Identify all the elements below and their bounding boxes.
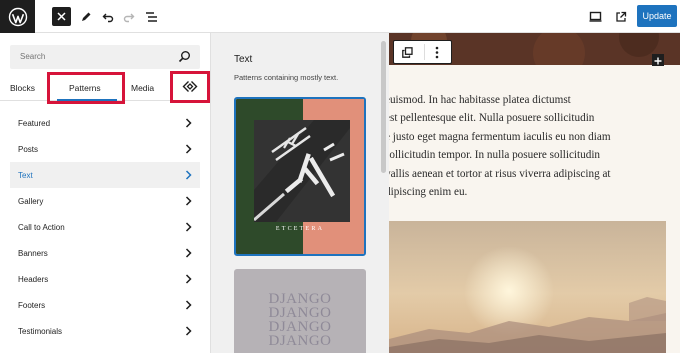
road-image: [254, 120, 350, 222]
category-label: Text: [18, 170, 33, 180]
django-line: DJANGO: [268, 333, 332, 349]
search-icon: [178, 51, 190, 63]
chevron-right-icon: [185, 326, 192, 336]
chevron-right-icon: [185, 300, 192, 310]
pattern-category-list: Featured Posts Text Gallery Call to Acti…: [10, 110, 200, 344]
tab-media[interactable]: Media: [131, 83, 154, 93]
view-site-button[interactable]: [613, 6, 629, 27]
card-caption: ETCETERA: [275, 226, 325, 232]
paragraph-line: vallis aenean et tortor at risus viverra…: [389, 167, 611, 180]
paragraph-line: est pellentesque elit. Nulla posuere sol…: [389, 112, 595, 125]
synced-patterns-icon[interactable]: [182, 80, 198, 93]
pattern-category-description: Patterns containing mostly text.: [234, 73, 339, 82]
category-headers[interactable]: Headers: [10, 266, 200, 292]
pattern-category-title: Text: [234, 54, 253, 65]
category-label: Gallery: [18, 196, 44, 206]
external-link-icon: [616, 11, 627, 22]
chevron-right-icon: [185, 118, 192, 128]
category-featured[interactable]: Featured: [10, 110, 200, 136]
redo-button[interactable]: [121, 6, 137, 27]
category-text[interactable]: Text: [10, 162, 200, 188]
category-footers[interactable]: Footers: [10, 292, 200, 318]
chevron-right-icon: [185, 196, 192, 206]
category-label: Call to Action: [18, 222, 65, 232]
paragraph-line: sollicitudin tempor. In nulla posuere so…: [389, 149, 601, 162]
wordpress-icon: [8, 7, 27, 26]
editor-canvas: euismod. In hac habitasse platea dictums…: [389, 33, 680, 353]
pencil-icon: [82, 12, 91, 21]
chevron-right-icon: [185, 144, 192, 154]
close-inserter-button[interactable]: [52, 7, 71, 26]
preview-device-button[interactable]: [587, 6, 603, 27]
undo-button[interactable]: [100, 6, 116, 27]
redo-icon: [123, 13, 135, 22]
paragraph-block[interactable]: euismod. In hac habitasse platea dictums…: [389, 91, 675, 201]
paragraph-line: e justo eget magna fermentum iaculis eu …: [389, 130, 611, 143]
category-testimonials[interactable]: Testimonials: [10, 318, 200, 344]
toolbar-divider: [424, 44, 425, 60]
list-view-icon: [145, 11, 157, 22]
landscape-image: [389, 221, 666, 353]
list-view-button[interactable]: [143, 6, 159, 27]
close-icon: [57, 12, 66, 21]
highlight-box-patterns: [47, 72, 125, 104]
paragraph-line: dipiscing enim eu.: [389, 186, 468, 199]
chevron-right-icon: [185, 170, 192, 180]
update-button[interactable]: Update: [637, 5, 677, 27]
plus-icon: [654, 57, 662, 65]
category-gallery[interactable]: Gallery: [10, 188, 200, 214]
search-placeholder: Search: [20, 52, 46, 61]
pattern-card-etcetera[interactable]: ETCETERA: [234, 97, 366, 256]
desktop-icon: [589, 11, 601, 22]
undo-icon: [102, 13, 114, 22]
chevron-right-icon: [185, 248, 192, 258]
chevron-right-icon: [185, 222, 192, 232]
site-editor: Update Search Blocks Patterns Media Feat…: [0, 0, 680, 353]
category-call-to-action[interactable]: Call to Action: [10, 214, 200, 240]
pattern-preview-panel: Text Patterns containing mostly text. ET…: [211, 33, 389, 353]
chevron-right-icon: [185, 274, 192, 284]
category-label: Testimonials: [18, 326, 63, 336]
road-photo: [254, 120, 350, 222]
category-label: Banners: [18, 248, 48, 258]
duplicate-icon[interactable]: [402, 47, 413, 58]
category-banners[interactable]: Banners: [10, 240, 200, 266]
block-toolbar: [393, 40, 452, 64]
wordpress-logo-button[interactable]: [0, 0, 35, 33]
category-label: Featured: [18, 118, 51, 128]
paragraph-line: euismod. In hac habitasse platea dictums…: [389, 94, 571, 106]
pattern-card-django[interactable]: DJANGO DJANGO DJANGO DJANGO: [234, 269, 366, 353]
more-options-icon[interactable]: [435, 46, 439, 59]
landscape-image-art: [389, 221, 666, 353]
tab-blocks[interactable]: Blocks: [10, 83, 35, 93]
category-posts[interactable]: Posts: [10, 136, 200, 162]
scrollbar[interactable]: [381, 41, 386, 173]
category-label: Footers: [18, 300, 46, 310]
search-input[interactable]: Search: [10, 45, 200, 69]
top-toolbar: Update: [0, 0, 680, 33]
category-label: Posts: [18, 144, 39, 154]
tools-button[interactable]: [78, 6, 94, 27]
inserter-panel: Search Blocks Patterns Media Featured Po…: [0, 33, 211, 353]
add-block-button[interactable]: [652, 54, 664, 66]
category-label: Headers: [18, 274, 49, 284]
